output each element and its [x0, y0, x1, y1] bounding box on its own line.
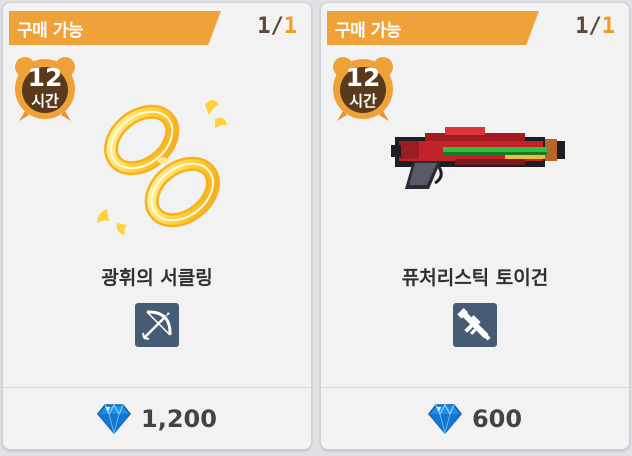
diamond-icon: [427, 403, 462, 435]
stock-count: 1/1: [575, 14, 615, 39]
price-row: 600: [321, 388, 629, 449]
price-value: 600: [471, 404, 523, 433]
toy-gun-item-image: [391, 127, 565, 189]
shop-item-card[interactable]: 구매 가능 1/1 12 시간 광휘의 서클링 1,200: [2, 2, 312, 450]
stock-separator: /: [588, 14, 602, 39]
alarm-clock-timer: 12 시간: [329, 53, 397, 123]
diamond-icon: [97, 403, 131, 435]
weapon-type-badge: [453, 303, 497, 347]
shop-item-card[interactable]: 구매 가능 1/1 12 시간 퓨처리스틱 토이건 600: [320, 2, 630, 450]
circle-ring-item-image: [97, 100, 227, 235]
stock-current: 1: [257, 14, 271, 39]
purchase-available-label: 구매 가능: [335, 21, 401, 41]
stock-separator: /: [270, 14, 284, 39]
purchase-available-label: 구매 가능: [17, 21, 83, 41]
stock-max: 1: [601, 14, 615, 39]
timer-unit: 시간: [31, 92, 59, 110]
alarm-clock-timer: 12 시간: [11, 53, 79, 123]
price-value: 1,200: [141, 404, 217, 433]
stock-max: 1: [283, 14, 297, 39]
item-name: 광휘의 서클링: [101, 267, 213, 289]
item-name: 퓨처리스틱 토이건: [401, 267, 549, 289]
timer-value: 12: [345, 63, 381, 92]
stock-current: 1: [575, 14, 589, 39]
bow-icon: [142, 310, 172, 340]
timer-unit: 시간: [349, 92, 377, 110]
weapon-type-badge: [135, 303, 179, 347]
rifle-icon: [457, 308, 491, 341]
timer-value: 12: [27, 63, 63, 92]
stock-count: 1/1: [257, 14, 297, 39]
price-row: 1,200: [3, 388, 311, 449]
